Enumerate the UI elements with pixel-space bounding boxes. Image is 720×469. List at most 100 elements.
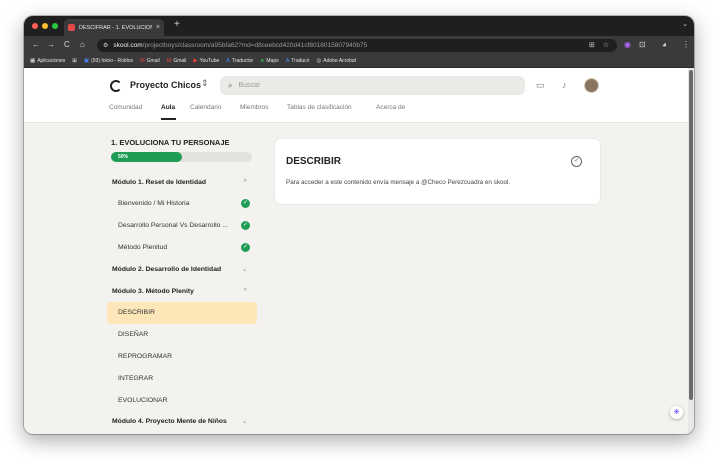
progress-label: 50% [118, 154, 129, 160]
search-icon: ⌕ [228, 80, 233, 90]
lesson-label: INTEGRAR [118, 374, 154, 382]
chevron-up-icon[interactable]: ^ [243, 288, 247, 294]
lesson-item[interactable]: INTEGRAR [107, 367, 257, 389]
assistant-fab-icon[interactable]: ❋ [670, 406, 683, 419]
progress-fill: 50% [111, 152, 182, 162]
bookmark-item[interactable]: A Traductor [226, 58, 253, 64]
reload-button[interactable]: C [64, 39, 70, 51]
bookmark-item[interactable]: ▶ YouTube [193, 58, 219, 64]
scrollbar-thumb[interactable] [689, 70, 693, 400]
close-window-button[interactable] [32, 23, 38, 29]
bookmark-item[interactable]: M Gmail [167, 58, 187, 64]
completed-check-icon: ✓ [241, 221, 250, 231]
module-header[interactable]: Módulo 2. Desarrollo de Identidad ⌄ [107, 258, 257, 280]
group-name[interactable]: Proyecto Chicos [130, 80, 201, 90]
translate-icon[interactable]: ⊞ [589, 41, 595, 49]
close-tab-icon[interactable]: × [156, 24, 160, 31]
lesson-item[interactable]: DISEÑAR [107, 324, 257, 346]
extension-icon[interactable]: ◉ [624, 40, 631, 50]
user-avatar[interactable] [584, 78, 599, 93]
module-header[interactable]: Módulo 3. Método Plenity ^ [107, 280, 257, 302]
module-header[interactable]: Módulo 1. Reset de Identidad ^ [107, 171, 257, 193]
lesson-item[interactable]: EVOLUCIONAR [107, 389, 257, 411]
lesson-item[interactable]: Bienvenido / Mi Historia ✓ [107, 193, 257, 215]
lesson-label: Bienvenido / Mi Historia [118, 200, 190, 208]
tab-title: DESCIFRAR - 1. EVOLUCIONA [79, 24, 152, 31]
search-input[interactable]: ⌕ Buscar [220, 76, 525, 95]
chevron-down-icon[interactable]: ⌄ [242, 266, 247, 273]
bookmark-label: Maps [266, 58, 279, 64]
locked-content-message: Para acceder a este contenido envía mens… [286, 179, 511, 186]
tab-calendario[interactable]: Calendario [190, 104, 221, 111]
bookmark-star-icon[interactable]: ☆ [603, 41, 609, 49]
lesson-label: Método Plenitud [118, 243, 168, 251]
bookmark-item[interactable]: M Gmail [140, 58, 160, 64]
lesson-label: Desarrollo Personal Vs Desarrollo ... [118, 222, 228, 230]
grid-icon: ⊞ [72, 58, 77, 64]
translate-icon: A [285, 58, 290, 64]
group-switcher-icon[interactable]: ⇕ [201, 78, 209, 89]
page-scrollbar[interactable] [688, 68, 694, 434]
site-settings-icon[interactable]: ⚙ [103, 42, 108, 49]
completed-check-icon: ✓ [241, 242, 250, 252]
chevron-down-icon[interactable]: ⌄ [242, 418, 247, 425]
module-header[interactable]: Módulo 4. Proyecto Mente de Niños ⌄ [107, 411, 257, 433]
tab-comunidad[interactable]: Comunidad [109, 104, 142, 111]
lesson-title: DESCRIBIR [286, 156, 342, 167]
tab-miembros[interactable]: Miembros [240, 104, 269, 111]
bookmark-label: Traductor [231, 58, 254, 64]
maximize-window-button[interactable] [52, 23, 58, 29]
module-label: Módulo 2. Desarrollo de Identidad [112, 265, 222, 273]
completed-check-icon: ✓ [241, 199, 250, 209]
url-host: skool.com [113, 42, 143, 49]
chevron-up-icon[interactable]: ^ [243, 179, 247, 185]
chat-icon[interactable]: ▭ [536, 80, 545, 91]
bookmark-label: (93) Inicio - Roblox [91, 58, 134, 64]
address-bar[interactable]: ⚙ skool.com /projectboys/classroom/a95bf… [97, 39, 617, 52]
bookmark-label: Aplicaciones [37, 58, 66, 64]
lesson-label: DISEÑAR [118, 331, 149, 339]
mark-complete-icon[interactable]: ✓ [571, 156, 582, 167]
course-title: 1. EVOLUCIONA TU PERSONAJE [111, 138, 230, 147]
bookmark-item[interactable]: ◈ Maps [260, 58, 278, 64]
profile-avatar-icon[interactable]: ◕ [662, 40, 667, 50]
gmail-icon: M [166, 58, 172, 64]
browser-tab[interactable]: DESCIFRAR - 1. EVOLUCIONA × [64, 19, 164, 36]
bookmarks-bar: ▦ Aplicaciones ⊞ ▣ (93) Inicio - Roblox MG… [24, 55, 694, 68]
lesson-label: REPROGRAMAR [118, 352, 173, 360]
tab-list-chevron-icon[interactable]: ⌄ [682, 20, 688, 28]
back-button[interactable]: ← [32, 39, 40, 51]
bookmark-item[interactable]: ⊞ [72, 58, 77, 64]
tab-clasificacion[interactable]: Tablas de clasificación [287, 104, 352, 111]
notifications-bell-icon[interactable]: ♪ [562, 80, 567, 90]
lesson-item[interactable]: DESCRIBIR [107, 301, 257, 324]
bookmark-label: Gmail [146, 58, 160, 64]
browser-menu-icon[interactable]: ⋮ [682, 40, 690, 50]
maps-pin-icon: ◈ [260, 58, 265, 64]
search-placeholder: Buscar [238, 82, 261, 89]
lesson-item[interactable]: Método Plenitud ✓ [107, 236, 257, 258]
lesson-item[interactable]: Desarrollo Personal Vs Desarrollo ... ✓ [107, 215, 257, 237]
bookmark-item[interactable]: A Traducir [286, 58, 310, 64]
group-logo-icon[interactable] [110, 80, 122, 92]
tab-acerca-de[interactable]: Acerca de [376, 104, 405, 111]
lesson-item[interactable]: REPROGRAMAR [107, 345, 257, 367]
bookmark-item[interactable]: ▦ Aplicaciones [30, 58, 65, 64]
youtube-icon: ▶ [193, 58, 198, 64]
lesson-content-card: DESCRIBIR ✓ Para acceder a este contenid… [275, 139, 600, 204]
forward-button[interactable]: → [47, 39, 55, 51]
module-label: Módulo 4. Proyecto Mente de Niños [112, 418, 227, 426]
tab-aula[interactable]: Aula [161, 104, 175, 111]
url-path: /projectboys/classroom/a95bfa62?md=d8cee… [142, 42, 368, 49]
browser-toolbar: ← → C ⌂ ⚙ skool.com /projectboys/classro… [24, 36, 694, 55]
new-tab-button[interactable]: + [174, 19, 180, 31]
bookmark-item[interactable]: ◎ Adobe Acrobat [316, 58, 356, 64]
extensions-puzzle-icon[interactable]: ⊡ [639, 40, 646, 50]
home-button[interactable]: ⌂ [80, 39, 85, 51]
gmail-icon: M [140, 58, 145, 64]
web-page: Proyecto Chicos ⇕ ⌕ Buscar ▭ ♪ Comunidad… [24, 68, 688, 434]
minimize-window-button[interactable] [42, 23, 48, 29]
browser-window: DESCIFRAR - 1. EVOLUCIONA × + ⌄ ← → C ⌂ … [24, 16, 694, 434]
bookmark-label: YouTube [199, 58, 220, 64]
bookmark-item[interactable]: ▣ (93) Inicio - Roblox [84, 58, 133, 64]
